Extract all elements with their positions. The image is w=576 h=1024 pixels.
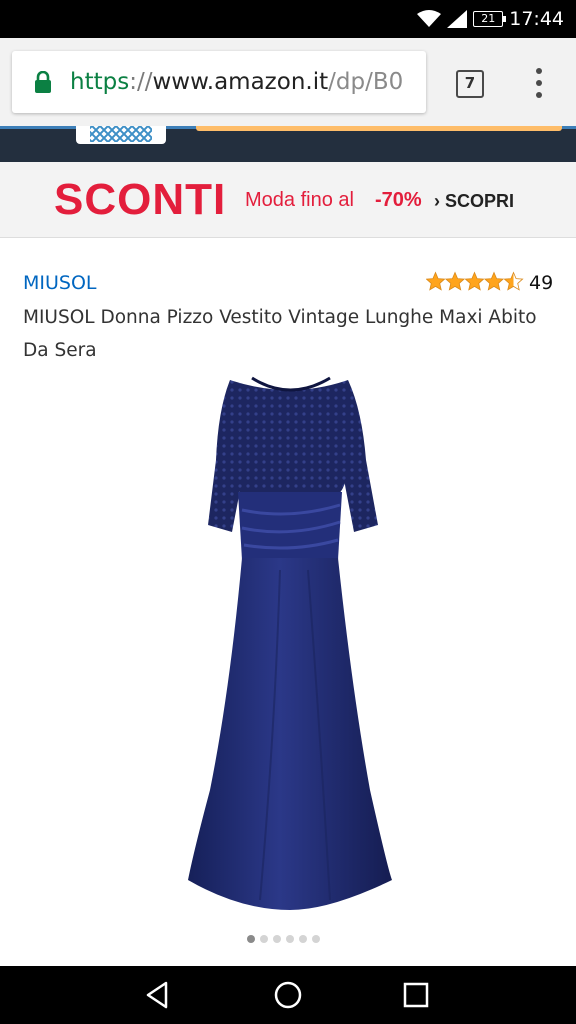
carousel-dot[interactable] [299, 935, 307, 943]
signal-icon [447, 10, 468, 28]
promo-subtext: Moda fino al [245, 189, 354, 211]
back-icon[interactable] [142, 979, 174, 1011]
rating-count[interactable]: 49 [529, 270, 553, 296]
promo-banner[interactable]: SCONTI Moda fino al -70% › SCOPRI [0, 162, 576, 238]
url-path: /dp/B0 [328, 69, 404, 95]
url-scheme: https [70, 69, 130, 95]
battery-icon: 21 [473, 11, 507, 27]
brand-link[interactable]: MIUSOL [23, 270, 97, 296]
url-host: www.amazon.it [152, 69, 329, 95]
screen: 21 17:44 https://www.amazon.it/dp/B0 7 S… [0, 0, 576, 1024]
recents-icon[interactable] [400, 979, 432, 1011]
address-bar[interactable]: https://www.amazon.it/dp/B0 [12, 51, 426, 113]
search-bar-fragment[interactable] [196, 126, 562, 131]
wifi-icon [417, 10, 442, 27]
promo-discount: -70% [375, 189, 422, 211]
tab-count: 7 [464, 74, 476, 92]
product-image[interactable] [180, 370, 400, 915]
carousel-dot[interactable] [286, 935, 294, 943]
stars-icon [426, 272, 524, 291]
carousel-dot[interactable] [312, 935, 320, 943]
site-header [0, 126, 576, 162]
promo-cta-link[interactable]: › SCOPRI [434, 189, 514, 213]
carousel-dot[interactable] [247, 935, 255, 943]
carousel-dot[interactable] [273, 935, 281, 943]
pattern-icon [90, 126, 152, 142]
url-separator: :// [129, 69, 153, 95]
product-title: MIUSOL Donna Pizzo Vestito Vintage Lungh… [23, 307, 537, 361]
system-navigation-bar [0, 966, 576, 1024]
battery-level: 21 [481, 12, 496, 25]
tabs-icon[interactable]: 7 [456, 70, 484, 98]
lock-icon [35, 71, 51, 93]
status-bar: 21 17:44 [0, 0, 576, 38]
header-logo-fragment[interactable] [76, 126, 166, 144]
carousel-dot[interactable] [260, 935, 268, 943]
promo-headline: SCONTI [54, 175, 227, 224]
overflow-menu-icon[interactable] [528, 68, 550, 100]
image-carousel-indicator[interactable] [247, 935, 320, 945]
star-rating[interactable] [426, 268, 524, 294]
status-icons: 21 17:44 [417, 8, 564, 30]
clock: 17:44 [509, 8, 564, 30]
home-icon[interactable] [272, 979, 304, 1011]
url-text[interactable]: https://www.amazon.it/dp/B0 [70, 68, 403, 96]
browser-toolbar: https://www.amazon.it/dp/B0 7 [0, 38, 576, 126]
